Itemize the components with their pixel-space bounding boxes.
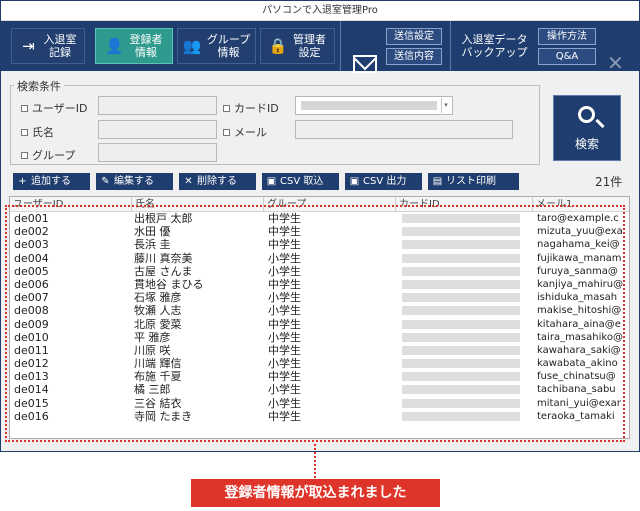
- print-list-button[interactable]: ▤ リスト印刷: [428, 173, 519, 190]
- top-nav: ⇥ 入退室 記録 👤 登録者 情報 👥 グループ 情報 🔒 管理者 設定 送信設…: [1, 21, 639, 73]
- nav-enter-exit-record[interactable]: ⇥ 入退室 記録: [11, 28, 85, 64]
- record-count: 21件: [595, 175, 623, 189]
- name-label: 氏名: [32, 126, 54, 139]
- file-icon: ▣: [266, 176, 277, 187]
- search-icon: [578, 106, 595, 123]
- user-id-label: ユーザーID: [32, 102, 88, 115]
- group-label: グループ: [32, 149, 76, 162]
- file-icon: ▣: [349, 176, 360, 187]
- nav-registrant-label: 登録者 情報: [129, 33, 163, 59]
- name-checkbox[interactable]: 氏名: [21, 124, 54, 140]
- nav-divider: [340, 21, 341, 71]
- nav-divider: [450, 21, 451, 71]
- highlight-outline: [5, 205, 625, 442]
- card-id-label: カードID: [234, 102, 279, 115]
- mail-checkbox[interactable]: メール: [223, 124, 267, 140]
- checkbox-box: [223, 104, 230, 112]
- mail-input[interactable]: [295, 120, 513, 139]
- nav-admin-settings[interactable]: 🔒 管理者 設定: [260, 28, 335, 64]
- user-icon: 👤: [105, 36, 124, 55]
- send-content-button[interactable]: 送信内容: [386, 48, 442, 65]
- checkbox-box: [21, 104, 28, 112]
- callout-line: [314, 444, 316, 478]
- nav-admin-label: 管理者 設定: [293, 33, 326, 59]
- edit-label: 編集する: [114, 176, 154, 187]
- add-button[interactable]: + 追加する: [13, 173, 90, 190]
- nav-registrant-info[interactable]: 👤 登録者 情報: [95, 28, 173, 64]
- nav-backup[interactable]: 入退室データ バックアップ: [457, 28, 532, 64]
- checkbox-box: [21, 151, 28, 159]
- plus-icon: +: [18, 176, 27, 187]
- print-list-label: リスト印刷: [446, 176, 496, 187]
- card-id-value: [301, 101, 437, 110]
- printer-icon: ▤: [432, 176, 443, 187]
- door-exit-icon: ⇥: [22, 36, 35, 55]
- checkbox-box: [21, 128, 28, 136]
- mail-label: メール: [234, 126, 267, 139]
- lock-icon: 🔒: [268, 36, 288, 55]
- import-complete-caption: 登録者情報が取込まれました: [191, 479, 440, 507]
- qa-button[interactable]: Q&A: [538, 48, 596, 65]
- csv-import-label: CSV 取込: [280, 176, 324, 187]
- window-title: パソコンで入退室管理Pro: [1, 1, 639, 21]
- csv-import-button[interactable]: ▣ CSV 取込: [262, 173, 339, 190]
- user-id-input[interactable]: [98, 96, 217, 115]
- nav-backup-label: 入退室データ バックアップ: [461, 33, 528, 59]
- mail-icon: [353, 55, 377, 73]
- send-settings-button[interactable]: 送信設定: [386, 28, 442, 45]
- name-input[interactable]: [98, 120, 217, 139]
- delete-button[interactable]: ✕ 削除する: [179, 173, 256, 190]
- group-icon: 👥: [182, 36, 202, 55]
- nav-enter-exit-label: 入退室 記録: [43, 33, 77, 59]
- user-id-checkbox[interactable]: ユーザーID: [21, 100, 88, 116]
- card-id-select[interactable]: ▾: [295, 96, 453, 115]
- edit-button[interactable]: ✎ 編集する: [96, 173, 173, 190]
- nav-group-info[interactable]: 👥 グループ 情報: [177, 28, 256, 64]
- search-conditions-title: 検索条件: [14, 78, 64, 94]
- operation-guide-button[interactable]: 操作方法: [538, 28, 596, 45]
- search-button-label: 検索: [574, 137, 599, 151]
- csv-export-label: CSV 出力: [363, 176, 407, 187]
- chevron-down-icon[interactable]: ▾: [441, 98, 450, 113]
- group-checkbox[interactable]: グループ: [21, 147, 75, 163]
- checkbox-box: [223, 128, 230, 136]
- nav-group-label: グループ 情報: [206, 33, 251, 59]
- search-button[interactable]: 検索: [553, 95, 621, 161]
- close-icon[interactable]: ✕: [607, 53, 624, 73]
- card-id-checkbox[interactable]: カードID: [223, 100, 279, 116]
- csv-export-button[interactable]: ▣ CSV 出力: [345, 173, 422, 190]
- close-icon: ✕: [184, 176, 193, 187]
- delete-label: 削除する: [197, 176, 237, 187]
- add-label: 追加する: [31, 176, 71, 187]
- pencil-icon: ✎: [101, 176, 110, 187]
- group-input[interactable]: [98, 143, 217, 162]
